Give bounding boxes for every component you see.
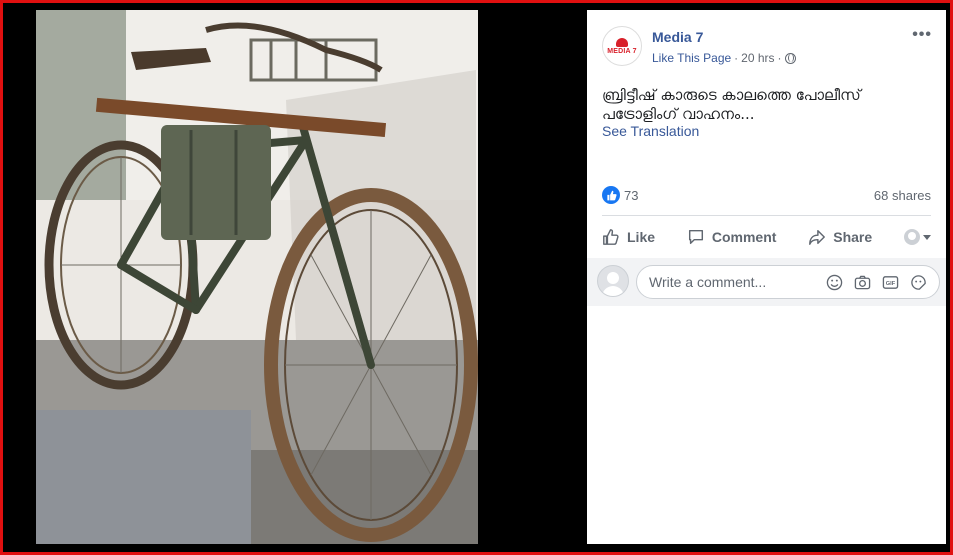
comment-input-box[interactable]: GIF: [636, 265, 940, 299]
post-text: ബ്രിട്ടീഷ് കാരുടെ കാലത്തെ പോലീസ് പട്രോളി…: [602, 86, 861, 123]
thumbs-up-icon: [603, 229, 619, 245]
gif-icon[interactable]: GIF: [881, 273, 899, 291]
bicycle-image: [36, 10, 478, 544]
comment-input[interactable]: [649, 274, 819, 290]
divider: [602, 215, 931, 216]
camera-icon[interactable]: [853, 273, 871, 291]
comment-tools: GIF: [825, 273, 927, 291]
reactions-count: 73: [624, 187, 639, 203]
post-panel: MEDIA 7 Media 7 Like This Page · 20 hrs …: [587, 10, 946, 544]
avatar-logo-text: MEDIA 7: [607, 47, 637, 55]
svg-text:GIF: GIF: [885, 280, 895, 286]
like-page-link[interactable]: Like This Page: [652, 51, 731, 65]
comment-bubble-icon: [688, 229, 703, 245]
post-header: MEDIA 7 Media 7 Like This Page · 20 hrs …: [587, 10, 946, 80]
share-arrow-icon: [809, 229, 826, 245]
page-name[interactable]: Media 7: [652, 29, 703, 45]
post-time[interactable]: 20 hrs: [741, 51, 774, 65]
shares-count[interactable]: 68 shares: [874, 188, 931, 203]
reactions-summary[interactable]: 73: [602, 186, 638, 204]
post-meta: Like This Page · 20 hrs ·: [652, 51, 796, 65]
see-translation-link[interactable]: See Translation: [602, 123, 699, 139]
engagement-counts: 73 68 shares: [602, 185, 931, 205]
more-options-icon[interactable]: •••: [912, 26, 932, 44]
share-button[interactable]: Share: [808, 228, 872, 246]
comment-button-label: Comment: [711, 229, 777, 245]
page-avatar[interactable]: MEDIA 7: [602, 26, 642, 66]
share-button-label: Share: [833, 229, 873, 245]
comment-button[interactable]: Comment: [687, 228, 777, 246]
like-button-label: Like: [627, 229, 656, 245]
post-photo[interactable]: [36, 10, 478, 544]
media7-logo-icon: [616, 37, 628, 47]
action-bar: Like Comment Share: [602, 222, 931, 252]
chevron-down-icon: [922, 234, 931, 240]
emoji-icon[interactable]: [825, 273, 843, 291]
user-avatar: [597, 265, 629, 297]
viewer-avatar-icon: [903, 229, 920, 245]
like-button[interactable]: Like: [602, 228, 655, 246]
globe-icon: [784, 52, 796, 64]
like-reaction-icon: [602, 186, 620, 204]
view-as-selector[interactable]: [903, 229, 931, 245]
comment-composer: GIF: [587, 258, 946, 306]
meta-separator: ·: [734, 51, 739, 65]
sticker-icon[interactable]: [909, 273, 927, 291]
meta-separator: ·: [777, 51, 782, 65]
